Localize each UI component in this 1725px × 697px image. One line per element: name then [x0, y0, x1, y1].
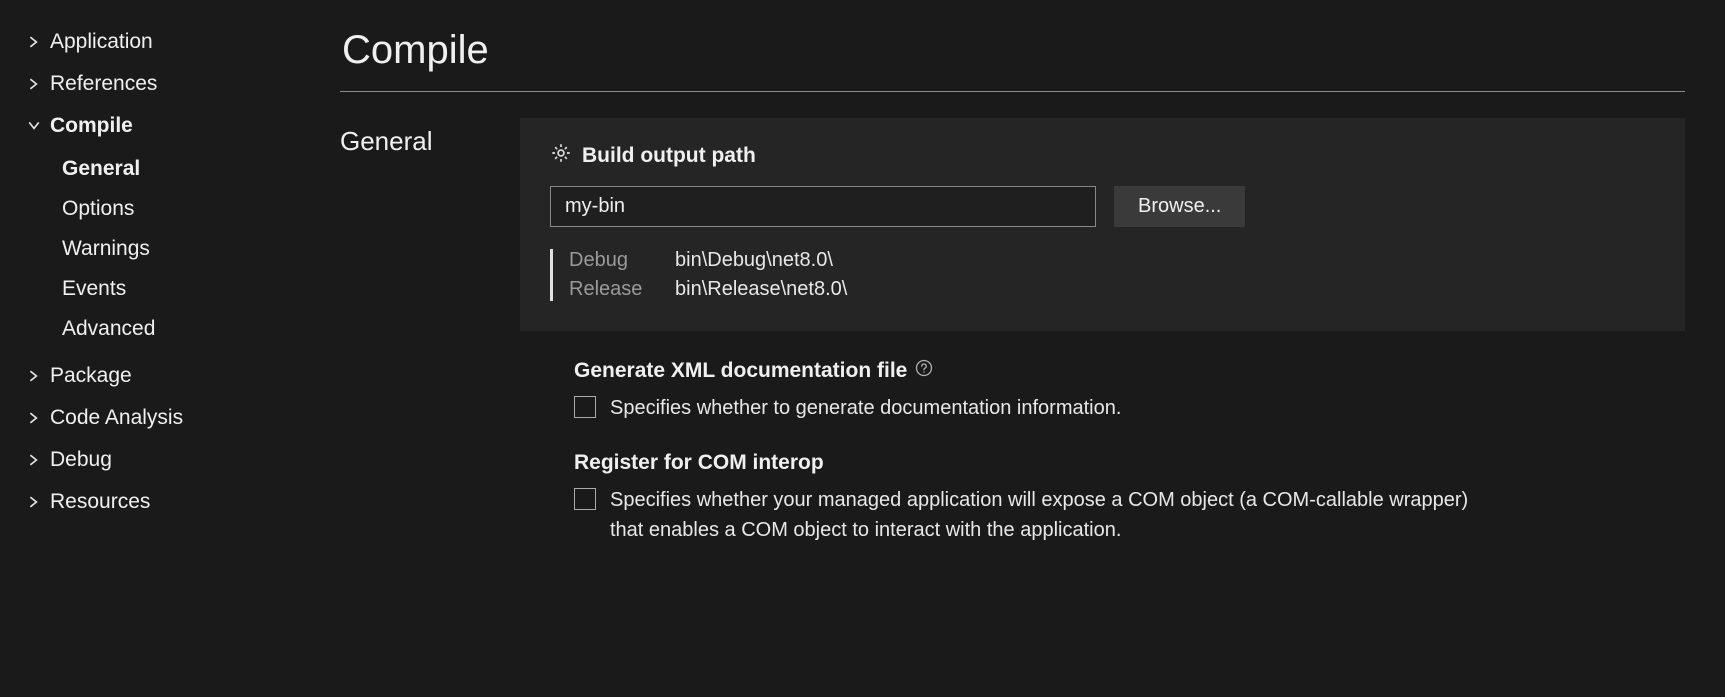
chevron-right-icon: [28, 370, 40, 382]
gear-icon: [550, 142, 572, 170]
sidebar-subitem-label: Options: [62, 197, 134, 220]
panel-header: Build output path: [550, 142, 1655, 170]
sidebar-item-compile[interactable]: Compile: [28, 106, 320, 146]
build-output-input-row: Browse...: [550, 186, 1655, 227]
config-name: Debug: [569, 249, 675, 272]
sidebar-item-references[interactable]: References: [28, 64, 320, 104]
sidebar-item-code-analysis[interactable]: Code Analysis: [28, 398, 320, 438]
section-label: General: [340, 118, 490, 545]
sidebar-item-resources[interactable]: Resources: [28, 482, 320, 522]
sidebar-subitem-warnings[interactable]: Warnings: [62, 230, 320, 268]
sidebar-subitem-general[interactable]: General: [62, 150, 320, 188]
build-output-label: Build output path: [582, 144, 756, 168]
help-icon[interactable]: [915, 359, 933, 383]
config-name: Release: [569, 278, 675, 301]
sidebar-item-label: Resources: [50, 490, 150, 514]
sidebar-item-label: Application: [50, 30, 153, 54]
chevron-right-icon: [28, 36, 40, 48]
browse-button[interactable]: Browse...: [1114, 186, 1245, 227]
xml-doc-title: Generate XML documentation file: [574, 359, 907, 383]
sidebar-subitems-compile: General Options Warnings Events Advanced: [28, 150, 320, 348]
sidebar-subitem-advanced[interactable]: Advanced: [62, 310, 320, 348]
config-paths-block: Debug bin\Debug\net8.0\ Release bin\Rele…: [550, 249, 1655, 301]
build-output-panel: Build output path Browse... Debug bin\De…: [520, 118, 1685, 331]
chevron-right-icon: [28, 454, 40, 466]
sidebar-subitem-label: Warnings: [62, 237, 150, 260]
sidebar-subitem-options[interactable]: Options: [62, 190, 320, 228]
sidebar-subitem-events[interactable]: Events: [62, 270, 320, 308]
config-row-debug: Debug bin\Debug\net8.0\: [569, 249, 1655, 272]
sidebar-item-label: Debug: [50, 448, 112, 472]
sidebar-item-label: Code Analysis: [50, 406, 183, 430]
xml-doc-checkbox[interactable]: [574, 396, 596, 418]
option-header: Register for COM interop: [574, 451, 1685, 475]
sidebar-item-package[interactable]: Package: [28, 356, 320, 396]
sidebar-item-application[interactable]: Application: [28, 22, 320, 62]
build-output-input[interactable]: [550, 186, 1096, 227]
com-interop-checkbox[interactable]: [574, 488, 596, 510]
chevron-right-icon: [28, 412, 40, 424]
config-path: bin\Release\net8.0\: [675, 278, 847, 301]
sidebar-item-label: Compile: [50, 114, 133, 138]
com-interop-title: Register for COM interop: [574, 451, 824, 475]
sidebar-item-label: Package: [50, 364, 132, 388]
com-interop-description: Specifies whether your managed applicati…: [610, 485, 1490, 545]
config-row-release: Release bin\Release\net8.0\: [569, 278, 1655, 301]
sidebar-item-label: References: [50, 72, 157, 96]
sidebar-item-debug[interactable]: Debug: [28, 440, 320, 480]
sidebar-subitem-label: General: [62, 157, 140, 180]
sidebar-subitem-label: Events: [62, 277, 126, 300]
content-column: Build output path Browse... Debug bin\De…: [520, 118, 1685, 545]
option-header: Generate XML documentation file: [574, 359, 1685, 383]
main-content: Compile General Build output path Brow: [320, 0, 1725, 697]
sidebar: Application References Compile General O…: [0, 0, 320, 697]
xml-doc-description: Specifies whether to generate documentat…: [610, 393, 1121, 423]
com-interop-option: Register for COM interop Specifies wheth…: [520, 451, 1685, 545]
chevron-right-icon: [28, 496, 40, 508]
com-interop-checkbox-row: Specifies whether your managed applicati…: [574, 485, 1685, 545]
xml-doc-option: Generate XML documentation file Specifie…: [520, 359, 1685, 423]
page-title: Compile: [340, 28, 1685, 73]
content-row: General Build output path Browse...: [340, 118, 1685, 545]
sidebar-subitem-label: Advanced: [62, 317, 155, 340]
chevron-right-icon: [28, 78, 40, 90]
chevron-down-icon: [28, 120, 40, 132]
divider: [340, 91, 1685, 92]
xml-doc-checkbox-row: Specifies whether to generate documentat…: [574, 393, 1685, 423]
config-path: bin\Debug\net8.0\: [675, 249, 833, 272]
